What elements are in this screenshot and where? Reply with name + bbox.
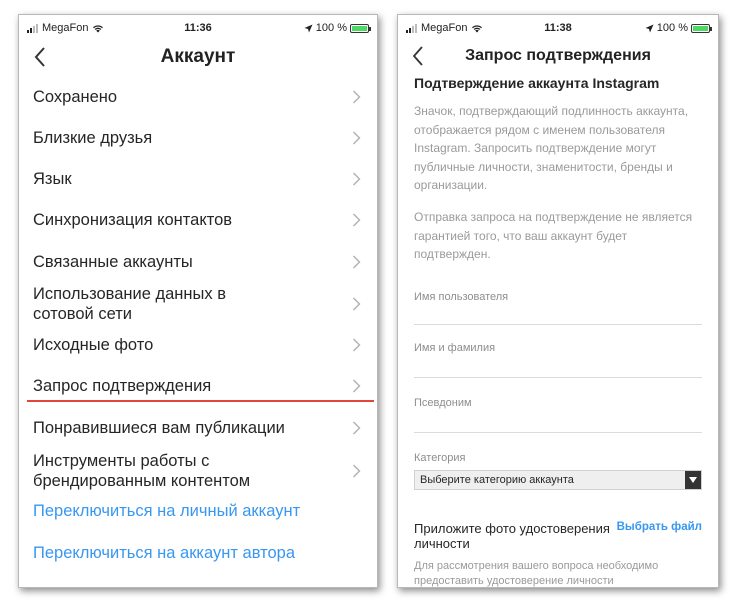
menu-item-label: Синхронизация контактов (33, 211, 233, 229)
chevron-right-icon (353, 255, 361, 269)
menu-item-branded-content-tools[interactable]: Инструменты работы с брендированным конт… (19, 449, 377, 493)
menu-item-liked-posts[interactable]: Понравившиеся вам публикации (19, 408, 377, 448)
alias-underline (414, 432, 702, 433)
highlight-underline (27, 400, 374, 402)
battery-percent: 100 % (315, 22, 347, 34)
switch-to-personal-link[interactable]: Переключиться на личный аккаунт (33, 502, 300, 521)
battery-icon (350, 23, 371, 33)
menu-item-original-photos[interactable]: Исходные фото (19, 325, 377, 365)
form-heading: Подтверждение аккаунта Instagram (414, 75, 660, 91)
menu-item-saved[interactable]: Сохранено (19, 77, 377, 117)
chevron-right-icon (353, 464, 361, 478)
fullname-label: Имя и фамилия (414, 342, 496, 354)
alias-label: Псевдоним (414, 397, 472, 409)
chevron-right-icon (353, 90, 361, 104)
id-requirement-note: Для рассмотрения вашего вопроса необходи… (414, 560, 659, 587)
nav-bar: Аккаунт (19, 43, 377, 73)
category-select[interactable]: Выберите категорию аккаунта (414, 470, 702, 490)
battery-icon (691, 23, 712, 33)
chevron-right-icon (353, 379, 361, 393)
disclaimer-text: Отправка запроса на подтверждение не явл… (414, 210, 693, 261)
menu-item-label: Язык (33, 170, 72, 188)
location-arrow-icon (304, 24, 313, 32)
status-bar: MegaFon 11:36 100 % (19, 15, 377, 41)
page-title: Запрос подтверждения (465, 47, 651, 64)
menu-item-label: Связанные аккаунты (33, 253, 193, 271)
menu-item-label: Сохранено (33, 88, 118, 106)
menu-item-label: Запрос подтверждения (33, 377, 212, 395)
menu-item-label: Использование данных в сотовой сети (33, 285, 226, 323)
menu-item-close-friends[interactable]: Близкие друзья (19, 118, 377, 158)
menu-item-linked-accounts[interactable]: Связанные аккаунты (19, 242, 377, 282)
chevron-right-icon (353, 297, 361, 311)
fullname-underline (414, 377, 702, 378)
chevron-right-icon (353, 172, 361, 186)
choose-file-button[interactable]: Выбрать файл (617, 521, 702, 533)
username-label: Имя пользователя (414, 291, 509, 303)
chevron-right-icon (353, 213, 361, 227)
menu-item-label: Исходные фото (33, 336, 154, 354)
dropdown-arrow-icon (685, 471, 701, 489)
chevron-right-icon (353, 338, 361, 352)
description-text: Значок, подтверждающий подлинность аккау… (414, 104, 689, 192)
page-title: Аккаунт (160, 46, 236, 67)
category-select-value: Выберите категорию аккаунта (420, 474, 574, 486)
menu-item-label: Инструменты работы с брендированным конт… (33, 452, 251, 490)
menu-item-contacts-sync[interactable]: Синхронизация контактов (19, 200, 377, 240)
status-bar: MegaFon 11:38 100 % (398, 15, 718, 41)
chevron-right-icon (353, 131, 361, 145)
nav-bar: Запрос подтверждения (398, 43, 718, 73)
switch-to-creator-link[interactable]: Переключиться на аккаунт автора (33, 544, 295, 563)
battery-percent: 100 % (656, 22, 688, 34)
request-verification-screen: MegaFon 11:38 100 % Запрос подтверждения… (397, 14, 719, 588)
menu-item-label: Понравившиеся вам публикации (33, 419, 285, 437)
chevron-right-icon (353, 421, 361, 435)
menu-item-label: Близкие друзья (33, 129, 153, 147)
category-label: Категория (414, 452, 466, 464)
id-upload-row: Приложите фото удостоверения личности Вы… (414, 521, 702, 555)
id-upload-label: Приложите фото удостоверения личности (414, 521, 610, 551)
username-underline (414, 324, 702, 325)
location-arrow-icon (645, 24, 654, 32)
menu-item-cellular-data[interactable]: Использование данных в сотовой сети (19, 282, 377, 326)
menu-item-language[interactable]: Язык (19, 159, 377, 199)
account-settings-screen: MegaFon 11:36 100 % Аккаунт Сохранено Бл… (18, 14, 378, 588)
